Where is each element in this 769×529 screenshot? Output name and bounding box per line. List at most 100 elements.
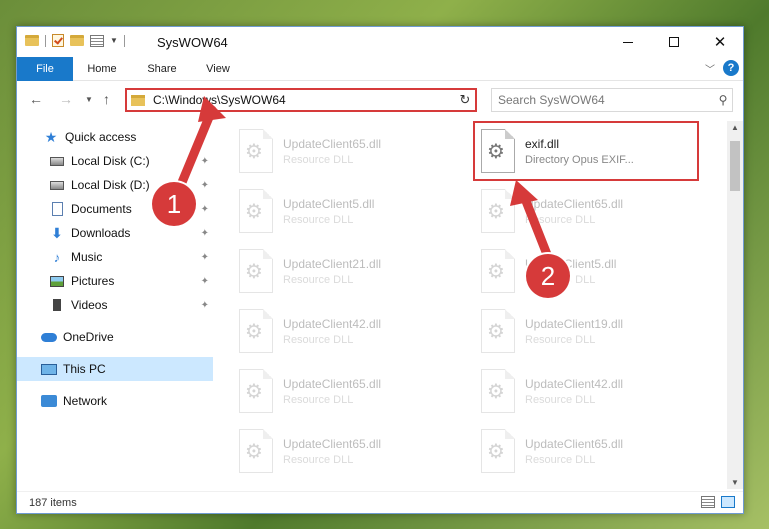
dll-file-icon: ⚙ (239, 189, 273, 233)
computer-icon (41, 362, 57, 376)
sidebar-item-pictures[interactable]: Pictures ✦ (17, 269, 213, 293)
file-item[interactable]: ⚙ UpdateClient65.dll Resource DLL (233, 125, 463, 177)
step-1-badge: 1 (152, 182, 196, 226)
file-item[interactable]: ⚙ UpdateClient42.dll Resource DLL (233, 305, 463, 357)
tab-view[interactable]: View (197, 57, 239, 81)
address-path[interactable]: C:\Windows\SysWOW64 (153, 93, 459, 107)
file-list: ⚙ UpdateClient65.dll Resource DLL ⚙ Updat… (213, 121, 727, 489)
search-input[interactable] (498, 93, 714, 107)
file-type: Directory Opus EXIF... (525, 153, 634, 166)
up-arrow-icon[interactable]: ↑ (103, 91, 110, 107)
file-item[interactable]: ⚙ UpdateClient65.dll Resource DLL (475, 185, 705, 237)
dll-file-icon: ⚙ (239, 369, 273, 413)
ribbon-right-controls: ﹀ ? (705, 60, 739, 76)
network-icon (41, 394, 57, 408)
sidebar-item-label: Downloads (71, 226, 131, 240)
status-bar: 187 items (17, 491, 743, 513)
view-toggle (701, 496, 735, 508)
dll-file-icon: ⚙ (481, 369, 515, 413)
pin-icon[interactable]: ✦ (201, 276, 209, 287)
sidebar-item-label: Pictures (71, 274, 115, 288)
dll-file-icon: ⚙ (481, 129, 515, 173)
file-type: Resource DLL (525, 453, 596, 466)
file-item[interactable]: ⚙ UpdateClient65.dll Resource DLL (475, 425, 705, 477)
close-button[interactable]: ✕ (697, 27, 743, 57)
folder-icon[interactable] (25, 35, 39, 46)
file-name: UpdateClient65.dll (283, 136, 382, 151)
scroll-down-arrow-icon[interactable]: ▼ (727, 478, 743, 487)
pin-icon[interactable]: ✦ (201, 156, 209, 167)
new-folder-icon[interactable] (70, 35, 84, 46)
sidebar-item-quick-access[interactable]: ★ Quick access (17, 125, 213, 149)
file-item[interactable]: ⚙ UpdateClient65.dll Resource DLL (233, 365, 463, 417)
tab-file[interactable]: File (17, 57, 73, 81)
properties-icon[interactable] (90, 34, 104, 47)
maximize-icon (669, 37, 679, 47)
tab-share[interactable]: Share (139, 57, 185, 81)
help-icon[interactable]: ? (723, 60, 739, 76)
dll-file-icon: ⚙ (239, 309, 273, 353)
sidebar-item-local-disk-c[interactable]: Local Disk (C:) ✦ (17, 149, 213, 173)
file-name: UpdateClient19.dll (525, 316, 624, 331)
star-icon: ★ (44, 128, 58, 145)
sidebar-item-music[interactable]: ♪ Music ✦ (17, 245, 213, 269)
tiles-view-icon[interactable] (721, 496, 735, 508)
pin-icon[interactable]: ✦ (201, 228, 209, 239)
file-name: UpdateClient65.dll (525, 196, 624, 211)
tab-home[interactable]: Home (79, 57, 125, 81)
file-item[interactable]: ⚙ UpdateClient42.dll Resource DLL (475, 365, 705, 417)
sidebar-item-label: Network (63, 394, 108, 408)
minimize-button[interactable] (605, 27, 651, 57)
sidebar-item-network[interactable]: Network (17, 389, 213, 413)
explorer-window: ▼ SysWOW64 ✕ File Home Share View ﹀ ? ← … (16, 26, 744, 514)
pin-icon[interactable]: ✦ (201, 300, 209, 311)
file-item[interactable]: ⚙ UpdateClient65.dll Resource DLL (233, 425, 463, 477)
properties-check-icon[interactable] (52, 34, 64, 47)
file-type: Resource DLL (283, 213, 354, 226)
drive-icon (49, 154, 65, 168)
file-name: UpdateClient42.dll (283, 316, 382, 331)
file-item[interactable]: ⚙ UpdateClient19.dll Resource DLL (475, 305, 705, 357)
drive-icon (49, 178, 65, 192)
dll-file-icon: ⚙ (239, 129, 273, 173)
gear-icon: ⚙ (487, 201, 505, 223)
sidebar-item-onedrive[interactable]: OneDrive (17, 325, 213, 349)
pin-icon[interactable]: ✦ (201, 180, 209, 191)
search-box[interactable]: ⚲ (491, 88, 733, 112)
document-icon (49, 202, 65, 216)
window-controls: ✕ (605, 27, 743, 57)
sidebar-item-this-pc[interactable]: This PC (17, 357, 213, 381)
file-type: Resource DLL (283, 453, 354, 466)
forward-arrow-icon[interactable]: → (59, 91, 73, 107)
dll-file-icon: ⚙ (239, 429, 273, 473)
gear-icon: ⚙ (487, 381, 505, 403)
scrollbar-thumb[interactable] (730, 141, 740, 191)
gear-icon: ⚙ (245, 441, 263, 463)
sidebar-item-videos[interactable]: Videos ✦ (17, 293, 213, 317)
scroll-up-arrow-icon[interactable]: ▲ (727, 123, 743, 132)
recent-locations-chevron-icon[interactable]: ▼ (85, 95, 93, 104)
dll-file-icon: ⚙ (481, 249, 515, 293)
file-item-exif-dll[interactable]: ⚙ exif.dll Directory Opus EXIF... (473, 121, 699, 181)
sidebar-item-label: Local Disk (D:) (71, 178, 150, 192)
download-arrow-icon: ⬇ (51, 224, 63, 241)
sidebar-item-label: Documents (71, 202, 132, 216)
maximize-button[interactable] (651, 27, 697, 57)
file-item[interactable]: ⚙ UpdateClient21.dll Resource DLL (233, 245, 463, 297)
expand-ribbon-chevron-icon[interactable]: ﹀ (705, 61, 715, 76)
refresh-button[interactable]: ↻ (455, 88, 477, 112)
file-item[interactable]: ⚙ UpdateClient5.dllResource DLL (233, 185, 463, 237)
address-bar[interactable]: C:\Windows\SysWOW64 ▼ (125, 88, 475, 112)
pin-icon[interactable]: ✦ (201, 252, 209, 263)
sidebar-item-downloads[interactable]: ⬇ Downloads ✦ (17, 221, 213, 245)
search-icon[interactable]: ⚲ (714, 93, 732, 107)
customize-toolbar-chevron-icon[interactable]: ▼ (110, 36, 118, 45)
close-icon: ✕ (713, 33, 727, 51)
vertical-scrollbar[interactable]: ▲ ▼ (727, 121, 743, 489)
pin-icon[interactable]: ✦ (201, 204, 209, 215)
details-view-icon[interactable] (701, 496, 715, 508)
file-item[interactable]: ⚙ UpdateClient5.dllResource DLL (475, 245, 705, 297)
file-name: UpdateClient42.dll (525, 376, 624, 391)
file-name: UpdateClient65.dll (283, 376, 382, 391)
back-arrow-icon[interactable]: ← (29, 91, 43, 107)
